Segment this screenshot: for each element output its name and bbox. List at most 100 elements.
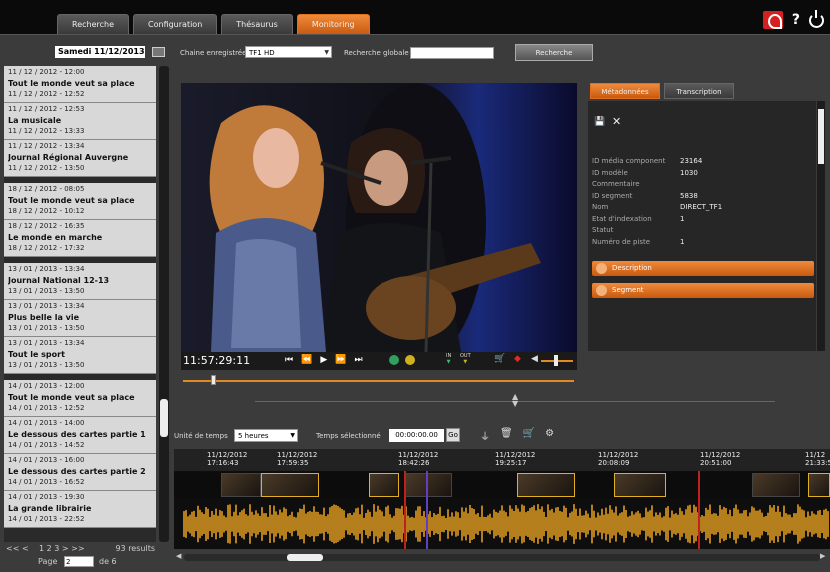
resize-handle-icon[interactable]: ▲ ▼ — [512, 393, 518, 408]
timeline[interactable]: 11/12/2012 17:16:43 11/12/2012 17:59:35 11/1… — [174, 449, 830, 549]
tab-monitoring[interactable]: Monitoring — [296, 14, 370, 34]
metadata-value: DIRECT_TF1 — [680, 203, 723, 211]
global-search-input[interactable] — [410, 47, 494, 59]
go-button[interactable]: Go — [446, 428, 460, 442]
seek-bar[interactable] — [183, 375, 574, 385]
list-item[interactable]: 11 / 12 / 2012 - 13:34 Journal Régional A… — [4, 140, 156, 177]
tab-configuration[interactable]: Configuration — [133, 14, 218, 34]
segment-section[interactable]: Segment — [592, 283, 814, 298]
list-item[interactable]: 11 / 12 / 2012 - 12:53 La musicale 11 / 12… — [4, 103, 156, 140]
list-scroll-thumb[interactable] — [160, 399, 168, 437]
calendar-icon[interactable] — [152, 47, 165, 57]
rewind-icon[interactable]: ⏪ — [301, 355, 312, 365]
item-end-date: 13 / 01 / 2013 - 13:50 — [8, 324, 85, 332]
tab-metadonnees[interactable]: Métadonnées — [590, 83, 660, 99]
metadata-key: ID modèle — [592, 168, 628, 177]
list-item[interactable]: 13 / 01 / 2013 - 13:34 Journal National 1… — [4, 263, 156, 300]
power-icon[interactable] — [809, 9, 824, 28]
audio-waveform — [183, 504, 829, 544]
metadata-key: Statut — [592, 226, 614, 234]
list-item[interactable]: 18 / 12 / 2012 - 16:35 Le monde en marche… — [4, 220, 156, 257]
list-item[interactable]: 14 / 01 / 2013 - 16:00 Le dessous des car… — [4, 454, 156, 491]
metadata-row: Numéro de piste 1 — [592, 238, 792, 248]
metadata-row: Commentaire — [592, 180, 792, 190]
pager: << < 1 2 3 > >> 93 results Page 2 de 6 — [4, 543, 159, 572]
record-icon[interactable] — [405, 355, 415, 365]
pager-next-last[interactable]: > >> — [62, 544, 85, 553]
metadata-tabs: Métadonnées Transcription — [590, 83, 734, 99]
speaker-icon[interactable]: ◀ — [531, 354, 538, 364]
thumbnail-clip[interactable] — [404, 473, 452, 497]
list-item[interactable]: 11 / 12 / 2012 - 12:00 Tout le monde veut… — [4, 66, 156, 103]
purple-marker[interactable] — [426, 471, 428, 549]
thumbnail-clip[interactable] — [221, 473, 261, 497]
channel-select[interactable]: TF1 HD — [245, 46, 332, 59]
metadata-row: ID modèle 1030 — [592, 169, 792, 179]
thumbnail-clip[interactable] — [808, 473, 830, 497]
help-icon[interactable]: ? — [792, 12, 800, 28]
thumbnail-clip[interactable] — [752, 473, 800, 497]
tick-date: 11/12/2012 — [398, 451, 439, 459]
settings-icon[interactable]: ⚙ — [545, 428, 554, 443]
scroll-left-arrow-icon[interactable]: ◀ — [176, 552, 181, 560]
pager-pages[interactable]: 1 2 3 > >> — [39, 544, 85, 553]
metadata-value: 1030 — [680, 168, 698, 177]
scroll-right-arrow-icon[interactable]: ▶ — [820, 552, 825, 560]
save-icon[interactable]: 💾 — [594, 117, 605, 127]
red-marker[interactable] — [404, 471, 406, 549]
date-field[interactable]: Samedi 11/12/2013 — [55, 46, 145, 58]
tab-transcription[interactable]: Transcription — [664, 83, 734, 99]
list-item[interactable]: 14 / 01 / 2013 - 14:00 Le dessous des car… — [4, 417, 156, 454]
thumbnail-clip[interactable] — [517, 473, 575, 497]
metadata-scrollbar[interactable] — [817, 101, 825, 351]
page-total: de 6 — [99, 557, 117, 566]
cart-add-icon[interactable]: 🛒 — [523, 428, 535, 443]
volume-handle[interactable] — [554, 355, 558, 366]
info-icon[interactable] — [389, 355, 399, 365]
scroll-track[interactable] — [184, 554, 820, 561]
unit-select[interactable]: 5 heures — [234, 429, 298, 442]
list-item[interactable]: 18 / 12 / 2012 - 08:05 Tout le monde veut… — [4, 183, 156, 220]
metadata-key: Nom — [592, 203, 609, 211]
selected-time-field[interactable]: 00:00:00.00 — [389, 429, 444, 442]
pager-first-prev[interactable]: << < — [6, 544, 29, 553]
in-marker[interactable]: IN ▼ — [446, 353, 451, 365]
filter-icon[interactable]: ⏚ — [480, 428, 490, 443]
trash-icon[interactable]: 🗑 — [500, 428, 513, 443]
item-title: La musicale — [8, 116, 62, 125]
metadata-row: ID média component 23164 — [592, 157, 792, 167]
list-item[interactable]: 13 / 01 / 2013 - 13:34 Tout le sport 13 / … — [4, 337, 156, 374]
thumbnail-clip[interactable] — [369, 473, 399, 497]
metadata-row: Etat d'indexation 1 — [592, 215, 792, 225]
cart-icon[interactable]: 🛒 — [494, 354, 505, 364]
timeline-scroll-thumb[interactable] — [287, 554, 323, 561]
thumbnail-clip[interactable] — [261, 473, 319, 497]
item-start-date: 11 / 12 / 2012 - 13:34 — [8, 142, 85, 150]
video-player[interactable] — [181, 83, 577, 352]
close-icon[interactable]: ✕ — [612, 115, 621, 128]
page-input[interactable]: 2 — [64, 556, 94, 567]
metadata-scroll-thumb[interactable] — [818, 109, 824, 164]
play-icon[interactable]: ▶ — [320, 355, 327, 365]
timeline-scrollbar[interactable]: ◀ ▶ — [174, 552, 830, 562]
list-item[interactable]: 14 / 01 / 2013 - 12:00 Tout le monde veut… — [4, 380, 156, 417]
seek-handle[interactable] — [211, 375, 216, 385]
description-section[interactable]: Description — [592, 261, 814, 276]
search-button[interactable]: Recherche — [515, 44, 593, 61]
volume-toggle-icon[interactable]: ◆ — [514, 354, 521, 364]
tab-recherche[interactable]: Recherche — [57, 14, 130, 34]
list-scrollbar[interactable] — [159, 66, 169, 542]
page-links[interactable]: 1 2 3 — [39, 544, 59, 553]
tab-thesaurus[interactable]: Thésaurus — [221, 14, 293, 34]
item-start-date: 14 / 01 / 2013 - 19:30 — [8, 493, 85, 501]
fast-forward-icon[interactable]: ⏩ — [335, 355, 346, 365]
thumbnail-clip[interactable] — [614, 473, 666, 497]
tick-time: 19:25:17 — [495, 459, 527, 467]
red-marker[interactable] — [698, 471, 700, 549]
skip-back-icon[interactable]: ⏮ — [285, 355, 293, 365]
skip-forward-icon[interactable]: ⏭ — [354, 355, 362, 365]
out-marker[interactable]: OUT ▼ — [460, 353, 471, 365]
list-item[interactable]: 14 / 01 / 2013 - 19:30 La grande librairi… — [4, 491, 156, 528]
tick-date: 11/12/2012 — [277, 451, 318, 459]
list-item[interactable]: 13 / 01 / 2013 - 13:34 Plus belle la vie 1… — [4, 300, 156, 337]
